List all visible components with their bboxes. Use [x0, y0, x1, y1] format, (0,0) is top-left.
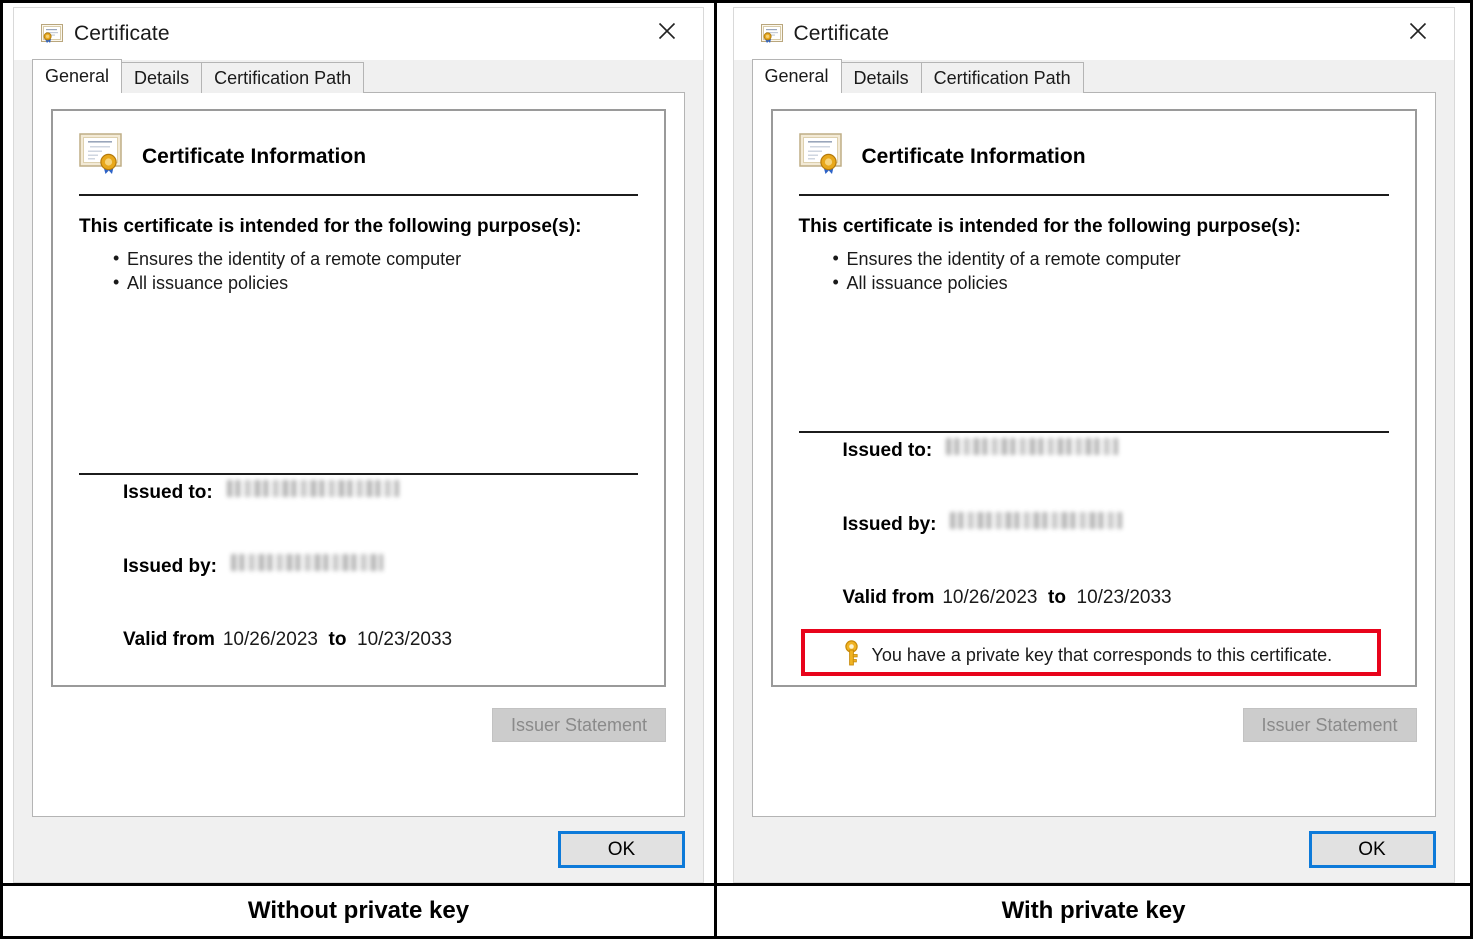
- key-icon: [843, 640, 860, 671]
- dialog-title: Certificate: [794, 22, 890, 46]
- fields-divider: [79, 473, 638, 475]
- ok-button-label: OK: [1358, 839, 1385, 861]
- valid-to-date: 10/23/2033: [1077, 587, 1172, 608]
- tab-content-general: Certificate Information This certificate…: [752, 93, 1436, 817]
- tab-general-label: General: [45, 66, 109, 87]
- tab-details[interactable]: Details: [121, 62, 202, 93]
- panel-with-private-key: Certificate General Details: [714, 3, 1470, 883]
- close-icon[interactable]: [639, 8, 695, 54]
- valid-to-label: to: [329, 629, 347, 650]
- header-divider: [799, 194, 1389, 196]
- issued-to-value-redacted: [227, 480, 399, 497]
- certificate-info-header: Certificate Information: [799, 133, 1389, 194]
- valid-from-date: 10/26/2023: [942, 587, 1037, 608]
- tab-content-general: Certificate Information This certificate…: [32, 93, 685, 817]
- dialog-footer: OK: [14, 817, 703, 882]
- issued-to-row: Issued to:: [123, 481, 638, 555]
- certificate-info-header: Certificate Information: [79, 133, 638, 194]
- purpose-list: Ensures the identity of a remote compute…: [79, 247, 638, 295]
- panel-spacer: [79, 295, 638, 473]
- issued-by-value-redacted: [231, 554, 383, 571]
- fields-divider: [799, 431, 1389, 433]
- dialog-title: Certificate: [74, 22, 170, 46]
- caption-with-private-key: With private key: [714, 886, 1470, 936]
- caption-row: Without private key With private key: [3, 883, 1470, 936]
- issuer-statement-area: Issuer Statement: [771, 687, 1417, 742]
- tab-details[interactable]: Details: [841, 62, 922, 93]
- purpose-item: Ensures the identity of a remote compute…: [127, 247, 638, 271]
- issued-by-row: Issued by:: [843, 513, 1389, 587]
- purpose-item: All issuance policies: [847, 271, 1389, 295]
- tab-strip: General Details Certification Path: [734, 60, 1454, 93]
- ok-button-label: OK: [608, 839, 635, 861]
- tab-strip: General Details Certification Path: [14, 60, 703, 93]
- issued-to-label: Issued to:: [123, 482, 213, 504]
- validity-dates: 10/26/2023 to 10/23/2033: [223, 629, 452, 651]
- issued-to-row: Issued to:: [843, 439, 1389, 513]
- tab-certification-path[interactable]: Certification Path: [921, 62, 1084, 93]
- issuer-statement-button[interactable]: Issuer Statement: [1243, 708, 1417, 742]
- valid-from-date: 10/26/2023: [223, 629, 318, 650]
- certificate-dialog-left: Certificate General Details: [13, 7, 704, 883]
- certificate-fields: Issued to: Issued by: Valid from 10/26/2…: [799, 439, 1389, 633]
- issued-by-label: Issued by:: [843, 514, 937, 536]
- titlebar: Certificate: [14, 8, 703, 60]
- issuer-statement-label: Issuer Statement: [511, 715, 647, 736]
- close-icon[interactable]: [1390, 8, 1446, 54]
- certificate-large-icon: [799, 133, 845, 180]
- purpose-list: Ensures the identity of a remote compute…: [799, 247, 1389, 295]
- certificate-info-heading: Certificate Information: [862, 145, 1086, 169]
- tab-details-label: Details: [854, 68, 909, 89]
- purpose-item: Ensures the identity of a remote compute…: [847, 247, 1389, 271]
- private-key-message: You have a private key that corresponds …: [872, 645, 1333, 666]
- issued-by-label: Issued by:: [123, 556, 217, 578]
- ok-button[interactable]: OK: [558, 831, 685, 868]
- certificate-fields: Issued to: Issued by: Valid from 10/26/2…: [79, 481, 638, 675]
- dialog-footer: OK: [734, 817, 1454, 882]
- panel-without-private-key: Certificate General Details: [3, 3, 714, 883]
- valid-from-label: Valid from: [843, 587, 935, 609]
- header-divider: [79, 194, 638, 196]
- valid-to-date: 10/23/2033: [357, 629, 452, 650]
- issued-to-value-redacted: [946, 438, 1118, 455]
- private-key-row: You have a private key that corresponds …: [843, 635, 1389, 675]
- tab-certification-path[interactable]: Certification Path: [201, 62, 364, 93]
- caption-without-private-key: Without private key: [3, 886, 714, 936]
- tab-certification-path-label: Certification Path: [214, 68, 351, 89]
- panel-spacer: [799, 295, 1389, 431]
- certificate-info-panel: Certificate Information This certificate…: [771, 109, 1417, 687]
- tab-general[interactable]: General: [752, 59, 842, 93]
- certificate-info-heading: Certificate Information: [142, 145, 366, 169]
- panel-row: Certificate General Details: [3, 3, 1470, 883]
- tab-general-label: General: [765, 66, 829, 87]
- validity-row: Valid from 10/26/2023 to 10/23/2033: [843, 587, 1389, 633]
- purpose-title: This certificate is intended for the fol…: [799, 216, 1389, 238]
- purpose-title: This certificate is intended for the fol…: [79, 216, 638, 238]
- validity-dates: 10/26/2023 to 10/23/2033: [942, 587, 1171, 609]
- certificate-icon: [41, 24, 63, 44]
- tab-certification-path-label: Certification Path: [934, 68, 1071, 89]
- valid-from-label: Valid from: [123, 629, 215, 651]
- valid-to-label: to: [1048, 587, 1066, 608]
- issued-by-row: Issued by:: [123, 555, 638, 629]
- issued-by-value-redacted: [950, 512, 1122, 529]
- tab-details-label: Details: [134, 68, 189, 89]
- validity-row: Valid from 10/26/2023 to 10/23/2033: [123, 629, 638, 675]
- issued-to-label: Issued to:: [843, 440, 933, 462]
- titlebar: Certificate: [734, 8, 1454, 60]
- issuer-statement-label: Issuer Statement: [1261, 715, 1397, 736]
- issuer-statement-button[interactable]: Issuer Statement: [492, 708, 666, 742]
- certificate-icon: [761, 24, 783, 44]
- ok-button[interactable]: OK: [1309, 831, 1436, 868]
- figure-root: Certificate General Details: [0, 0, 1473, 939]
- purpose-item: All issuance policies: [127, 271, 638, 295]
- certificate-dialog-right: Certificate General Details: [733, 7, 1455, 883]
- certificate-large-icon: [79, 133, 125, 180]
- private-key-notice: You have a private key that corresponds …: [799, 635, 1389, 675]
- issuer-statement-area: Issuer Statement: [51, 687, 666, 742]
- tab-general[interactable]: General: [32, 59, 122, 93]
- certificate-info-panel: Certificate Information This certificate…: [51, 109, 666, 687]
